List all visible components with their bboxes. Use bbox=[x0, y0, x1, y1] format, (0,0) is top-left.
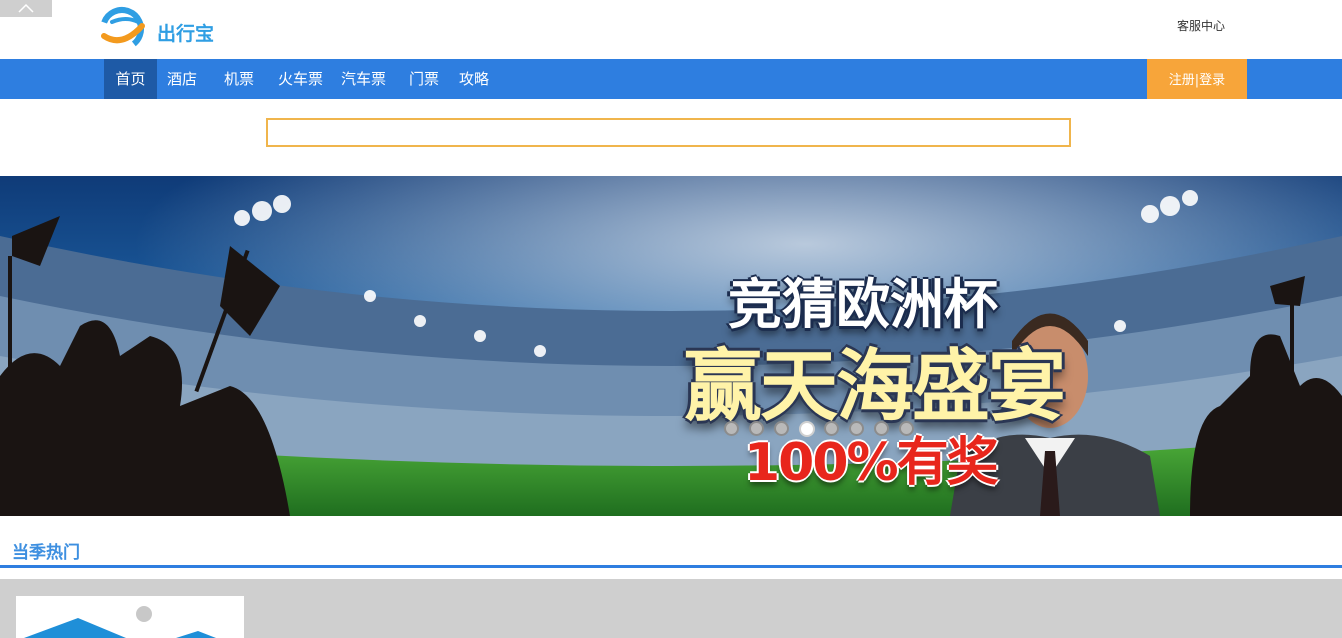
nav-item-tickets[interactable]: 门票 bbox=[409, 59, 439, 99]
carousel-dot[interactable] bbox=[824, 421, 839, 436]
section-title: 当季热门 bbox=[12, 543, 80, 563]
search-input[interactable] bbox=[266, 118, 1071, 147]
chevron-up-icon bbox=[18, 3, 34, 13]
register-login-button[interactable]: 注册|登录 bbox=[1147, 59, 1247, 99]
carousel-dot-active[interactable] bbox=[799, 421, 815, 437]
stadium-banner-image bbox=[0, 176, 1342, 516]
brand-name[interactable]: 出行宝 bbox=[157, 19, 214, 46]
customer-service-link[interactable]: 客服中心 bbox=[1177, 17, 1225, 34]
nav-item-home[interactable]: 首页 bbox=[104, 59, 157, 99]
carousel-dot[interactable] bbox=[849, 421, 864, 436]
image-placeholder-icon bbox=[24, 606, 216, 638]
hot-item-card[interactable] bbox=[16, 596, 244, 638]
carousel-dot[interactable] bbox=[724, 421, 739, 436]
carousel-dot[interactable] bbox=[899, 421, 914, 436]
nav-item-train[interactable]: 火车票 bbox=[278, 59, 323, 99]
nav-item-hotel[interactable]: 酒店 bbox=[167, 59, 197, 99]
carousel-dot[interactable] bbox=[749, 421, 764, 436]
logo-icon[interactable] bbox=[98, 6, 146, 52]
promo-banner[interactable]: 竞猜欧洲杯 赢天海盛宴 100%有奖 bbox=[0, 176, 1342, 516]
nav-item-guides[interactable]: 攻略 bbox=[459, 59, 489, 99]
nav-item-bus[interactable]: 汽车票 bbox=[341, 59, 386, 99]
nav-item-flights[interactable]: 机票 bbox=[224, 59, 254, 99]
main-nav: 首页 酒店 机票 火车票 汽车票 门票 攻略 注册|登录 bbox=[0, 59, 1342, 99]
carousel-dot[interactable] bbox=[874, 421, 889, 436]
section-divider bbox=[0, 565, 1342, 568]
carousel-dot[interactable] bbox=[774, 421, 789, 436]
back-to-top-button[interactable] bbox=[0, 0, 52, 17]
site-header: 出行宝 客服中心 bbox=[0, 0, 1342, 59]
